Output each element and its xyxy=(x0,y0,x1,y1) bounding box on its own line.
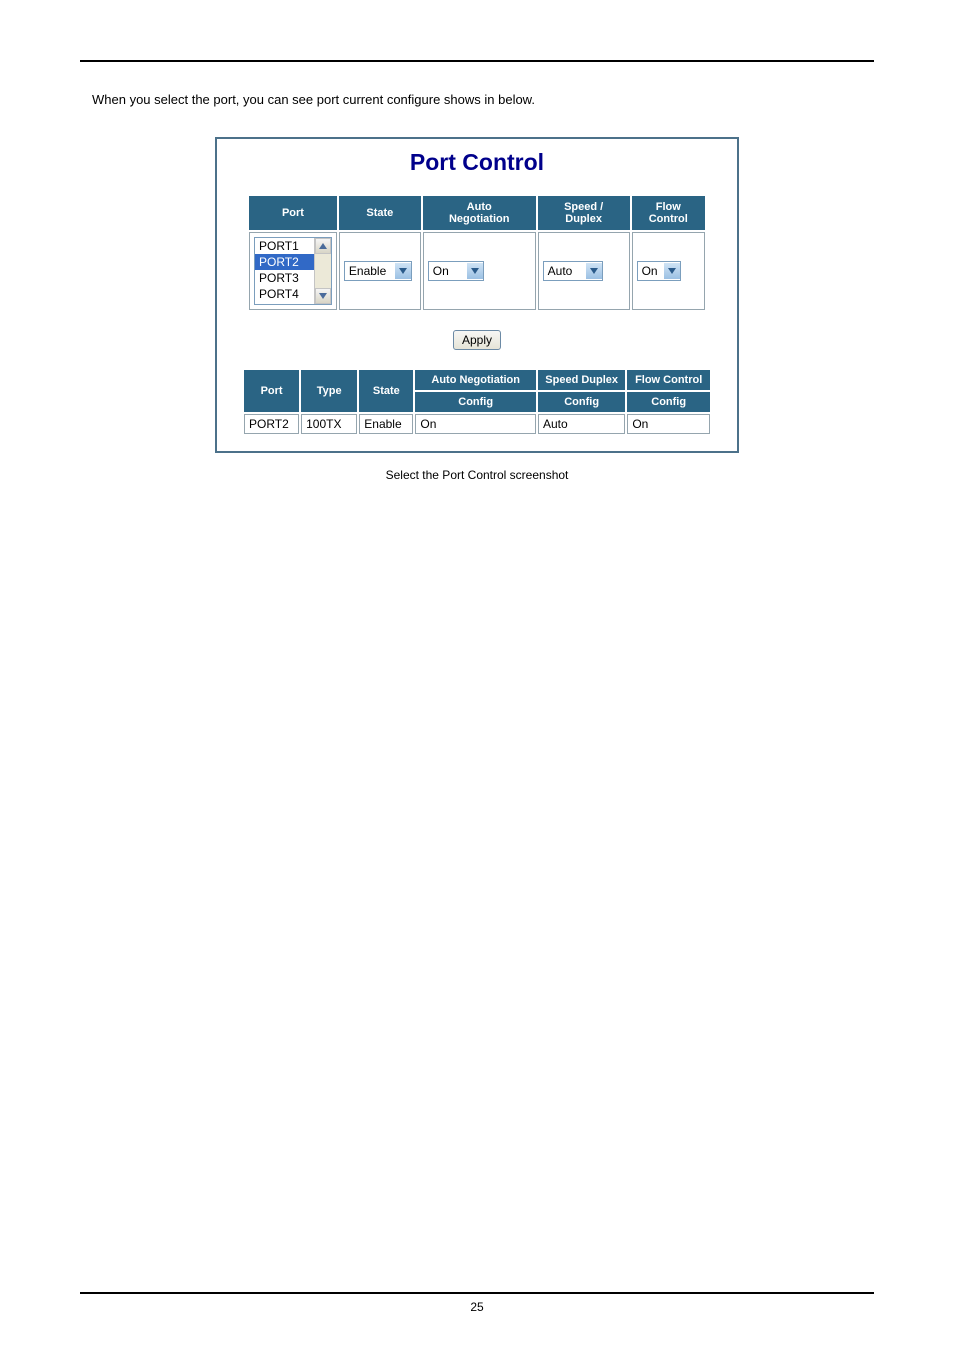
chevron-down-icon xyxy=(467,263,483,279)
port-option[interactable]: PORT2 xyxy=(255,254,314,270)
table-row: PORT2 100TX Enable On Auto On xyxy=(244,414,710,434)
status-autoneg-config: On xyxy=(415,414,536,434)
col-speed-header: Speed / Duplex xyxy=(538,196,630,230)
status-flow-config-header: Config xyxy=(627,392,710,412)
page-number: 25 xyxy=(80,1300,874,1314)
state-select[interactable]: Enable xyxy=(344,261,412,281)
flow-select[interactable]: On xyxy=(637,261,681,281)
autoneg-cell: On xyxy=(423,232,536,310)
footer-rule xyxy=(80,1292,874,1294)
autoneg-select[interactable]: On xyxy=(428,261,484,281)
status-flow-header: Flow Control xyxy=(627,370,710,390)
status-speed-config-header: Config xyxy=(538,392,625,412)
speed-cell: Auto xyxy=(538,232,630,310)
col-autoneg-header: Auto Negotiation xyxy=(423,196,536,230)
flow-cell: On xyxy=(632,232,705,310)
scroll-up-icon[interactable] xyxy=(315,238,331,254)
state-cell: Enable xyxy=(339,232,421,310)
chevron-down-icon xyxy=(586,263,602,279)
port-option[interactable]: PORT1 xyxy=(255,238,314,254)
col-port-header: Port xyxy=(249,196,337,230)
apply-row: Apply xyxy=(217,312,737,368)
config-table: Port State Auto Negotiation Speed / Dupl… xyxy=(247,194,707,312)
speed-header-line1: Speed / xyxy=(564,201,603,213)
port-list-items: PORT1 PORT2 PORT3 PORT4 xyxy=(255,238,314,304)
port-option[interactable]: PORT3 xyxy=(255,270,314,286)
apply-button[interactable]: Apply xyxy=(453,330,501,350)
chevron-down-icon xyxy=(395,263,411,279)
status-state: Enable xyxy=(359,414,413,434)
scroll-down-icon[interactable] xyxy=(315,288,331,304)
status-autoneg-header: Auto Negotiation xyxy=(415,370,536,390)
port-listbox[interactable]: PORT1 PORT2 PORT3 PORT4 xyxy=(254,237,332,305)
col-flow-header: Flow Control xyxy=(632,196,705,230)
port-option[interactable]: PORT4 xyxy=(255,286,314,302)
flow-header-line2: Control xyxy=(649,213,688,225)
status-autoneg-config-header: Config xyxy=(415,392,536,412)
status-flow-config: On xyxy=(627,414,710,434)
status-state-header: State xyxy=(359,370,413,412)
speed-header-line2: Duplex xyxy=(565,213,602,225)
status-type-header: Type xyxy=(301,370,357,412)
speed-value: Auto xyxy=(544,264,586,278)
autoneg-value: On xyxy=(429,264,467,278)
status-port: PORT2 xyxy=(244,414,299,434)
document-page: When you select the port, you can see po… xyxy=(0,0,954,1350)
panel-title: Port Control xyxy=(217,139,737,194)
flow-header-line1: Flow xyxy=(656,201,681,213)
status-table: Port Type State Auto Negotiation Speed D… xyxy=(242,368,712,436)
port-select-cell: PORT1 PORT2 PORT3 PORT4 xyxy=(249,232,337,310)
intro-paragraph: When you select the port, you can see po… xyxy=(92,92,874,107)
flow-value: On xyxy=(638,264,664,278)
figure-caption: Select the Port Control screenshot xyxy=(80,468,874,482)
status-type: 100TX xyxy=(301,414,357,434)
chevron-down-icon xyxy=(664,263,680,279)
status-port-header: Port xyxy=(244,370,299,412)
port-control-panel: Port Control Port State Auto Negotiation… xyxy=(215,137,739,453)
autoneg-header-line2: Negotiation xyxy=(449,213,510,225)
state-value: Enable xyxy=(345,264,395,278)
status-speed-header: Speed Duplex xyxy=(538,370,625,390)
speed-select[interactable]: Auto xyxy=(543,261,603,281)
col-state-header: State xyxy=(339,196,421,230)
header-rule xyxy=(80,60,874,62)
port-scrollbar[interactable] xyxy=(314,238,331,304)
autoneg-header-line1: Auto xyxy=(467,201,492,213)
screenshot-wrapper: Port Control Port State Auto Negotiation… xyxy=(80,137,874,453)
status-speed-config: Auto xyxy=(538,414,625,434)
page-footer: 25 xyxy=(80,1292,874,1314)
